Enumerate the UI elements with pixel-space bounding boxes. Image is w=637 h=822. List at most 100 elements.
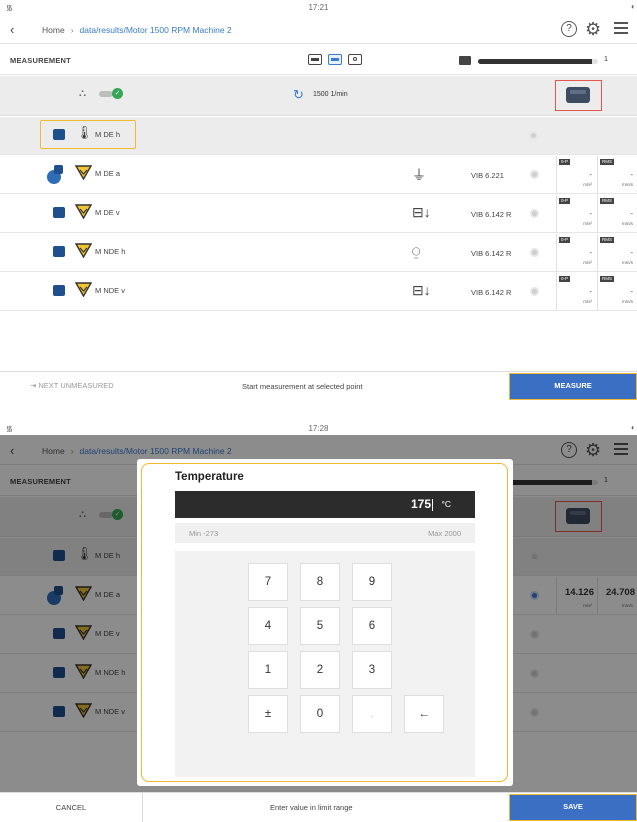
vibration-triangle-icon [75, 204, 92, 219]
rms-value: - [630, 248, 633, 257]
sensor-type: VIB 6.142 R [471, 249, 512, 258]
breadcrumb-home[interactable]: Home [42, 25, 65, 35]
key-plus-minus[interactable]: ± [248, 695, 288, 733]
vel-unit: mm/s [622, 221, 633, 226]
peak-tag: 0-P [559, 159, 571, 165]
speed-value: 1500 1/min [313, 91, 348, 98]
sensor-type: VIB 6.142 R [471, 288, 512, 297]
measurement-screen-2: ᯾ 17:28 ◖ ‹ Home › data/results/Motor 1500… [0, 421, 637, 822]
thermometer-icon: 🌡 [76, 125, 93, 140]
point-name: M NDE v [95, 286, 125, 295]
machine-icon [53, 285, 65, 296]
peak-value-cell: 0-P - m/s² [556, 195, 596, 233]
vibration-triangle-icon [75, 243, 92, 258]
peak-value-cell: 0-P - m/s² [556, 156, 596, 194]
machine-icon [53, 207, 65, 218]
backspace-key[interactable]: ← [404, 695, 444, 733]
breadcrumb-path[interactable]: data/results/Motor 1500 RPM Machine 2 [80, 25, 232, 35]
rms-tag: RMS [600, 159, 614, 165]
point-name: M DE v [95, 208, 120, 217]
key-3[interactable]: 3 [352, 651, 392, 689]
peak-value: - [589, 287, 592, 296]
machine-icon [47, 165, 63, 184]
key-4[interactable]: 4 [248, 607, 288, 645]
machine-icon [459, 56, 471, 65]
rms-value-cell: RMS - mm/s [597, 273, 637, 311]
vel-unit: mm/s [622, 260, 633, 265]
peak-value-cell: 0-P - m/s² [556, 234, 596, 272]
measurement-screen-1: ᯾ 17:21 ◖ ‹ Home › data/results/Motor 1500… [0, 0, 637, 400]
list-item[interactable]: M NDE v ⊟↓ VIB 6.142 R 0-P - m/s² RMS - mm/s [0, 273, 637, 311]
key-7[interactable]: 7 [248, 563, 288, 601]
measure-button[interactable]: MEASURE [509, 373, 637, 400]
nav-bar: ‹ Home › data/results/Motor 1500 RPM Machi… [0, 16, 637, 44]
key-1[interactable]: 1 [248, 651, 288, 689]
key-0[interactable]: 0 [300, 695, 340, 733]
sensor-type: VIB 6.142 R [471, 210, 512, 219]
temperature-digits: 175 [410, 497, 431, 511]
list-item[interactable]: M DE a ⏚ VIB 6.221 0-P - m/s² RMS - mm/s [0, 156, 637, 194]
key-5[interactable]: 5 [300, 607, 340, 645]
key-decimal[interactable]: . [352, 695, 392, 733]
progress-bar [478, 59, 598, 64]
save-button[interactable]: SAVE [509, 794, 637, 821]
rms-value-cell: RMS - mm/s [597, 195, 637, 233]
status-bar: ᯾ 17:21 ◖ [0, 0, 637, 14]
list-view-icon[interactable] [328, 54, 342, 65]
rms-value-cell: RMS - mm/s [597, 156, 637, 194]
next-unmeasured-button[interactable]: ⇥ NEXT UNMEASURED [30, 381, 114, 390]
peak-value: - [589, 248, 592, 257]
max-limit: Max 2000 [428, 529, 461, 538]
back-arrow-icon[interactable]: ‹ [10, 22, 14, 37]
numeric-keypad: 7 8 9 4 5 6 1 2 3 ± 0 . ← [175, 551, 475, 777]
machine-overview-button[interactable] [555, 80, 602, 111]
menu-icon[interactable] [614, 22, 628, 36]
action-bar: ⇥ NEXT UNMEASURED Start measurement at s… [0, 371, 637, 400]
peak-tag: 0-P [559, 237, 571, 243]
rms-value: - [630, 170, 633, 179]
selection-radio[interactable] [529, 131, 538, 140]
vel-unit: mm/s [622, 299, 633, 304]
temperature-input[interactable]: 175 °C [175, 491, 475, 518]
eye-view-icon[interactable] [348, 54, 362, 65]
key-6[interactable]: 6 [352, 607, 392, 645]
motor-icon [566, 87, 590, 103]
peak-value-cell: 0-P - m/s² [556, 273, 596, 311]
selection-radio[interactable] [530, 209, 539, 218]
point-name: M NDE h [95, 247, 126, 256]
status-time: 17:21 [308, 3, 329, 12]
key-8[interactable]: 8 [300, 563, 340, 601]
text-caret [432, 498, 433, 511]
point-name: M DE a [95, 169, 121, 178]
accel-unit: m/s² [583, 221, 592, 226]
sensor-type: VIB 6.221 [471, 171, 504, 180]
temperature-value: 175 [411, 497, 433, 511]
sensor-toggle[interactable] [99, 91, 113, 97]
refresh-icon[interactable]: ↻ [293, 87, 304, 103]
machine-icon [53, 246, 65, 257]
selection-radio[interactable] [530, 170, 539, 179]
selection-radio[interactable] [530, 287, 539, 296]
next-unmeasured-label: NEXT UNMEASURED [38, 381, 114, 390]
vertical-sensor-icon: ⊟↓ [412, 282, 431, 298]
gear-icon[interactable]: ⚙ [585, 19, 601, 39]
status-message: Start measurement at selected point [242, 382, 363, 391]
list-item[interactable]: M NDE h ⍜ VIB 6.142 R 0-P - m/s² RMS - mm/s [0, 234, 637, 272]
key-2[interactable]: 2 [300, 651, 340, 689]
temperature-unit: °C [441, 499, 451, 509]
vertical-sensor-icon: ⊟↓ [412, 204, 431, 220]
list-item[interactable]: 🌡 M DE h [0, 117, 637, 155]
key-9[interactable]: 9 [352, 563, 392, 601]
horizontal-sensor-icon: ⍜ [412, 243, 421, 259]
rms-tag: RMS [600, 237, 614, 243]
selection-radio[interactable] [530, 248, 539, 257]
axial-sensor-icon: ⏚ [412, 167, 426, 183]
cancel-button[interactable]: CANCEL [0, 793, 143, 822]
battery-icon: ◖ [630, 423, 635, 432]
help-icon[interactable]: ? [561, 21, 577, 37]
vibration-triangle-icon [75, 282, 92, 297]
split-view-icon[interactable] [308, 54, 322, 65]
list-item[interactable]: M DE v ⊟↓ VIB 6.142 R 0-P - m/s² RMS - mm/s [0, 195, 637, 233]
peak-tag: 0-P [559, 276, 571, 282]
rms-value: - [630, 287, 633, 296]
